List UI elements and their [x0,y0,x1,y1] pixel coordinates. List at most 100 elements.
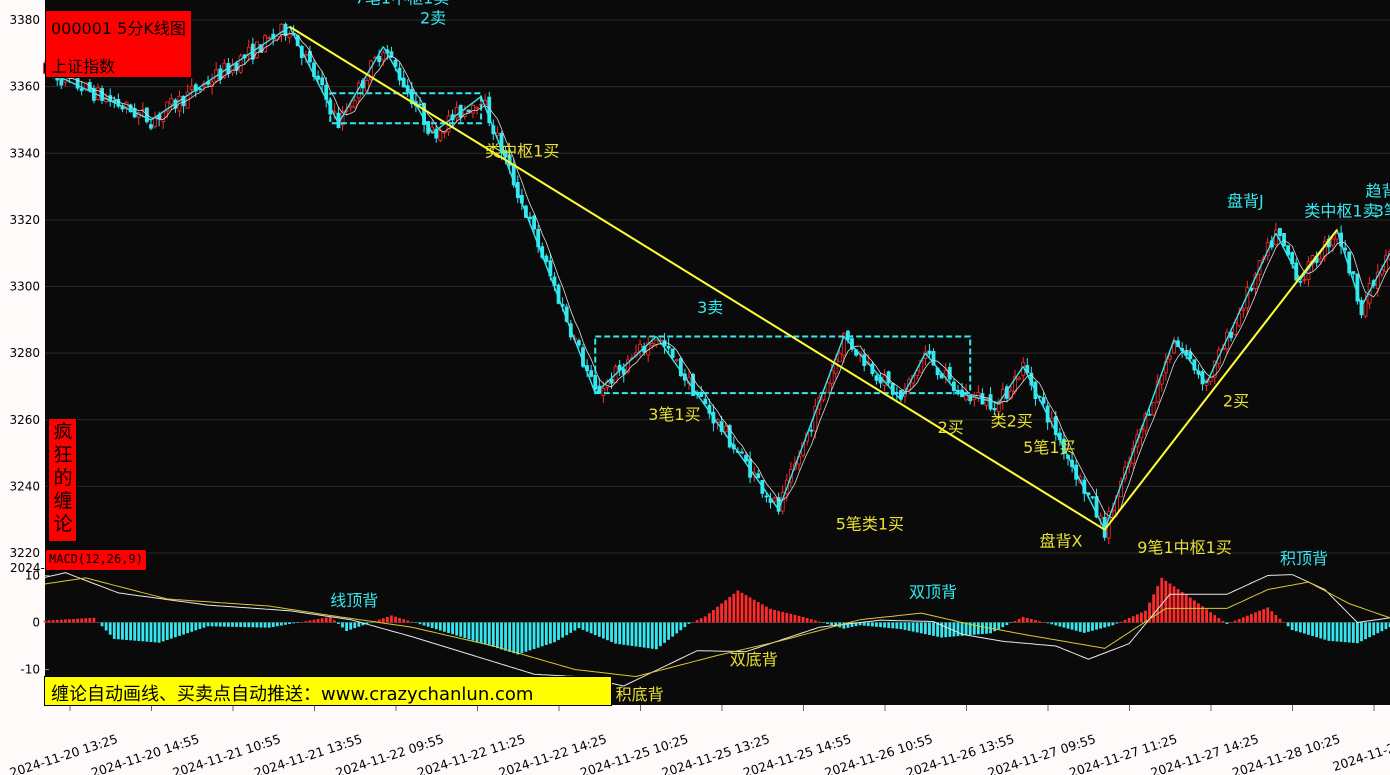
macd-histogram-bar [585,622,589,632]
candle-body [740,451,744,454]
macd-histogram-bar [1213,615,1217,623]
macd-histogram-bar [536,622,540,648]
macd-histogram-bar [243,622,247,628]
signal-label: 盘背J [1227,192,1264,211]
macd-histogram-bar [1331,622,1335,642]
macd-histogram-bar [390,615,393,623]
macd-histogram-bar [443,622,446,632]
macd-histogram-bar [202,622,206,628]
candle-body [544,255,549,262]
macd-histogram-bar [320,618,324,623]
macd-histogram-bar [887,622,891,628]
macd-histogram-bar [561,622,565,638]
candle-body [100,88,104,101]
macd-histogram-bar [426,622,430,627]
macd-histogram-bar [659,622,662,647]
macd-histogram-bar [879,622,882,628]
signal-label: 类2买 [991,411,1033,430]
signal-label: 2买 [1223,391,1249,410]
macd-histogram-bar [765,606,768,623]
macd-histogram-bar [1115,622,1119,624]
macd-histogram-bar [805,618,809,623]
macd-histogram-bar [573,622,577,631]
macd-histogram-bar [1058,622,1062,627]
macd-histogram-bar [528,622,532,651]
macd-histogram-bar [577,622,581,629]
macd-histogram-bar [165,622,169,640]
macd-histogram-bar [936,622,939,637]
macd-histogram-bar [112,622,116,639]
macd-histogram-bar [1197,603,1200,623]
macd-signal-label: 双底背 [730,650,778,669]
macd-histogram-bar [43,620,47,623]
macd-histogram-bar [92,617,96,623]
macd-histogram-bar [911,622,915,632]
macd-histogram-bar [121,622,124,640]
macd-histogram-bar [752,599,756,623]
macd-histogram-bar [1107,622,1111,627]
candle-body [1009,390,1013,399]
candle-body [438,129,443,141]
macd-histogram-bar [1192,600,1196,623]
candle-body [727,425,732,448]
macd-histogram-bar [944,622,948,638]
macd-histogram-bar [1355,622,1359,644]
macd-histogram-bar [487,622,491,646]
macd-histogram-bar [186,622,190,634]
macd-histogram-bar [271,622,275,627]
macd-histogram-bar [1221,620,1225,623]
macd-histogram-bar [194,622,198,631]
macd-histogram-bar [569,622,573,633]
macd-histogram-bar [1376,622,1380,634]
macd-histogram-bar [1103,622,1107,628]
candle-body [809,429,814,432]
macd-histogram-bar [149,622,153,643]
macd-histogram-bar [1152,594,1156,623]
candle-body [1282,232,1286,247]
macd-histogram-bar [410,621,414,623]
chart-panel-background [45,0,1390,705]
candle-body [316,75,320,80]
candle-body [1298,280,1303,283]
macd-histogram-bar [1225,622,1229,624]
candle-body [621,368,626,375]
macd-histogram-bar [915,622,919,633]
macd-histogram-bar [895,622,899,629]
candle-body [723,426,728,433]
macd-histogram-bar [279,622,283,626]
macd-histogram-bar [809,619,813,623]
candle-body [377,56,382,63]
candle-body [1017,377,1022,380]
side-label-char: 缠 [53,490,73,512]
side-label-char: 论 [53,513,73,535]
macd-histogram-bar [822,622,825,623]
macd-histogram-bar [675,622,679,634]
macd-histogram-bar [206,622,210,627]
macd-histogram-bar [1335,622,1339,642]
macd-histogram-bar [1307,622,1310,635]
macd-histogram-bar [679,622,683,631]
macd-histogram-bar [1347,622,1351,643]
promo-banner: 缠论自动画线、买卖点自动推送：www.crazychanlun.com [44,676,612,706]
candle-body [666,345,671,349]
macd-histogram-bar [544,622,548,645]
macd-histogram-bar [923,622,927,635]
macd-histogram-bar [96,622,100,623]
macd-histogram-bar [1062,622,1066,628]
macd-histogram-bar [418,622,422,625]
macd-histogram-bar [463,622,467,639]
macd-histogram-bar [919,622,923,634]
macd-histogram-bar [255,622,259,628]
macd-histogram-bar [553,622,556,643]
price-tick-label: 3320 [9,213,40,227]
macd-signal-label: 双顶背 [909,583,957,602]
candle-body [320,77,325,86]
signal-label: 9笔1中枢1买 [1137,538,1232,557]
macd-histogram-bar [76,618,80,623]
macd-histogram-bar [626,622,630,646]
macd-histogram-bar [1245,615,1249,623]
macd-histogram-bar [1229,622,1233,623]
candle-body [874,375,879,381]
macd-histogram-bar [699,618,703,623]
macd-histogram-bar [210,622,214,627]
